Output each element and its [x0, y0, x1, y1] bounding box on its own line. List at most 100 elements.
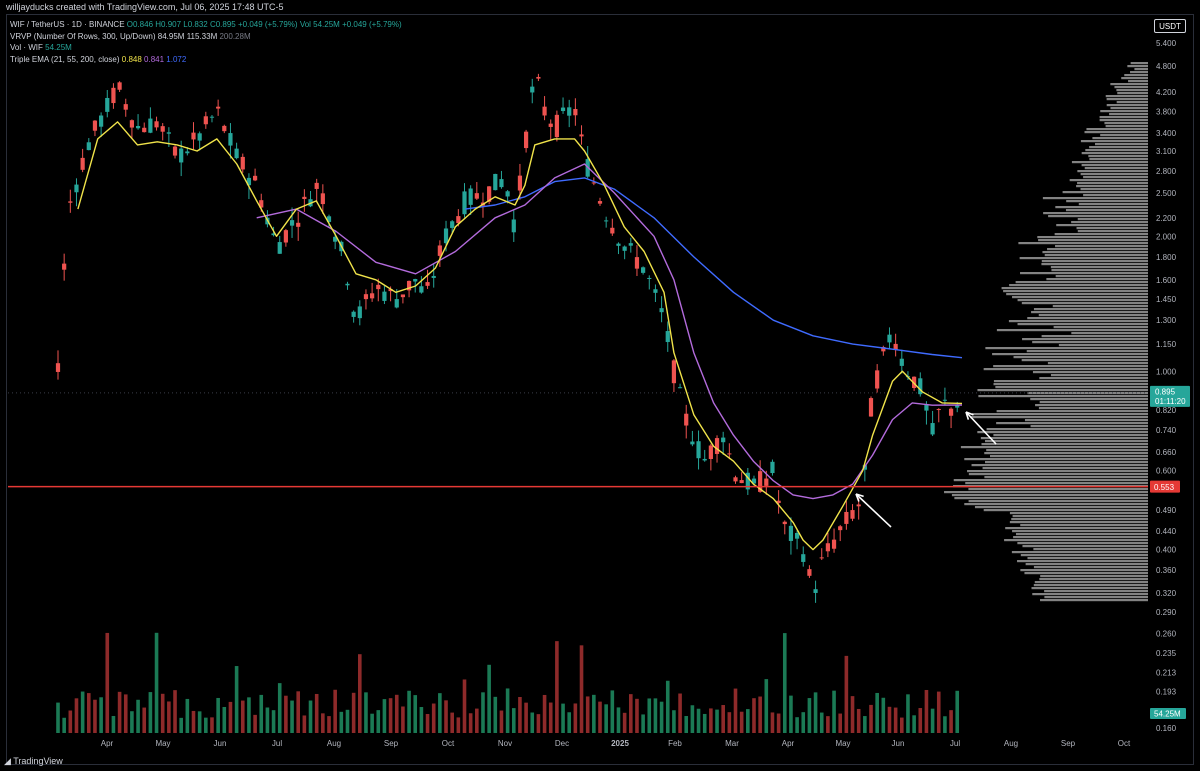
candle-body — [92, 120, 98, 131]
volume-bar — [197, 711, 202, 733]
volume-profile-bar — [1008, 320, 1148, 323]
volume-bar — [86, 693, 91, 733]
volume-profile-bar — [1027, 317, 1148, 320]
candle-body — [86, 142, 91, 151]
volume-profile-bar — [1009, 512, 1148, 515]
y-tick-label: 0.490 — [1156, 506, 1177, 515]
volume-bar — [130, 711, 134, 733]
volume-bar — [99, 697, 103, 733]
volume-profile-bar — [1047, 248, 1148, 251]
y-tick-label: 4.800 — [1156, 62, 1177, 71]
volume-bar — [604, 704, 608, 733]
candle-body — [172, 146, 178, 156]
volume-profile-bar — [954, 497, 1148, 500]
volume-profile-bar — [968, 500, 1148, 503]
candle-body — [665, 331, 670, 343]
y-tick-label: 0.235 — [1156, 649, 1177, 658]
volume-bar — [179, 717, 183, 733]
volume-profile-bar — [1030, 425, 1148, 428]
x-tick-label: Mar — [725, 739, 739, 748]
volume-bar — [136, 699, 140, 733]
legend-symbol-row: WIF / TetherUS · 1D · BINANCE O0.846 H0.… — [10, 20, 402, 29]
volume-profile-bar — [1025, 563, 1148, 566]
volume-bar — [308, 700, 313, 733]
currency-button[interactable]: USDT — [1154, 19, 1186, 33]
x-tick-label: Sep — [1061, 739, 1076, 748]
volume-profile-bar — [1021, 359, 1148, 362]
volume-profile-bar — [1086, 128, 1148, 131]
y-tick-label: 0.400 — [1156, 546, 1177, 555]
y-tick-label: 0.193 — [1156, 687, 1177, 696]
volume-bar — [659, 701, 664, 733]
candle-body — [185, 151, 190, 154]
volume-profile-bar — [1033, 566, 1148, 569]
y-tick-label: 0.440 — [1156, 527, 1177, 536]
volume-profile-bar — [1058, 344, 1148, 347]
x-tick-label: Feb — [668, 739, 682, 748]
volume-profile-bar — [1114, 86, 1148, 89]
candle-body — [739, 480, 744, 484]
volume-bar — [807, 698, 812, 733]
x-tick-label: May — [835, 739, 850, 748]
volume-profile-bar — [1041, 260, 1148, 263]
candle-body — [197, 133, 202, 141]
volume-bar — [832, 690, 836, 733]
y-tick-label: 0.320 — [1156, 589, 1177, 598]
volume-bar — [105, 632, 110, 733]
volume-profile-bar — [977, 389, 1148, 392]
volume-bar — [653, 698, 658, 733]
volume-profile-bar — [968, 488, 1148, 491]
volume-bar — [746, 709, 750, 733]
volume-bar — [204, 717, 208, 733]
volume-profile-bar — [1020, 272, 1148, 275]
volume-profile-bar — [1106, 104, 1148, 107]
volume-bar — [290, 700, 294, 733]
volume-bar — [616, 707, 621, 733]
volume-profile-bar — [1127, 65, 1148, 68]
volume-profile-bar — [985, 461, 1148, 464]
volume-profile-bar — [1104, 122, 1148, 125]
candle-body — [831, 539, 837, 549]
volume-profile-bar — [1055, 206, 1148, 209]
volume-bar — [955, 690, 960, 733]
legend-ema-row[interactable]: Triple EMA (21, 55, 200, close) 0.848 0.… — [10, 54, 402, 66]
candle-body — [474, 193, 479, 199]
volume-profile-bar — [1032, 341, 1148, 344]
volume-bar — [284, 695, 288, 733]
volume-profile-bar — [993, 434, 1148, 437]
legend-vrvp-row[interactable]: VRVP (Number Of Rows, 300, Up/Down) 84.9… — [10, 31, 402, 43]
volume-profile-bar — [1017, 323, 1148, 326]
volume-bar — [573, 703, 578, 733]
candle-body — [628, 243, 633, 246]
volume-profile-bar — [995, 386, 1148, 389]
candle-body — [813, 589, 818, 593]
volume-profile-bar — [978, 395, 1148, 398]
y-tick-label: 3.400 — [1156, 129, 1177, 138]
legend-volume-row[interactable]: Vol · WIF 54.25M — [10, 42, 402, 54]
volume-profile-bar — [1089, 158, 1148, 161]
chart-canvas[interactable]: 5.400 4.800 4.200 3.800 3.400 3.100 2.800 2.500… — [0, 0, 1200, 771]
candle-body — [653, 289, 658, 293]
volume-bar — [733, 688, 738, 733]
volume-bar — [943, 716, 947, 733]
volume-profile-bar — [1034, 581, 1148, 584]
volume-bar — [727, 712, 732, 733]
volume-bar — [647, 698, 652, 733]
y-tick-label: 0.360 — [1156, 566, 1177, 575]
candle-body — [99, 115, 104, 127]
volume-profile-bar — [1054, 233, 1148, 236]
volume-profile-bar — [1077, 218, 1148, 221]
candle-body — [80, 157, 85, 170]
volume-profile-bar — [983, 368, 1148, 371]
volume-profile-bar — [967, 470, 1148, 473]
candle-body — [714, 438, 720, 454]
volume-profile-bar — [1009, 521, 1148, 524]
volume-bar — [795, 717, 799, 733]
y-tick-label: 4.200 — [1156, 88, 1177, 97]
volume-profile-bar — [1078, 203, 1148, 206]
volume-bar — [357, 654, 362, 733]
y-tick-label: 2.200 — [1156, 214, 1177, 223]
volume-profile-bar — [1083, 176, 1148, 179]
x-tick-label: Jun — [214, 739, 227, 748]
volume-profile-bar — [1012, 296, 1148, 299]
